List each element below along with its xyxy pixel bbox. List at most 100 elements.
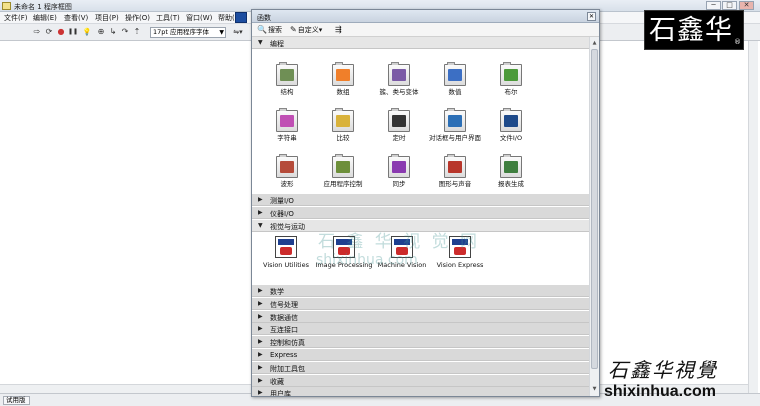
palette-item-dialog-ui[interactable]: 对话框与用户界面	[424, 108, 486, 142]
category-collapsed[interactable]: ▶ Express	[252, 349, 589, 361]
category-collapsed[interactable]: ▶ 附加工具包	[252, 361, 589, 374]
vertical-scrollbar[interactable]	[748, 41, 758, 393]
array-icon	[332, 62, 354, 86]
search-icon: 🔍	[257, 25, 267, 34]
palette-item-graphics-sound[interactable]: 图形与声音	[424, 154, 486, 188]
category-collapsed[interactable]: ▶ 信号处理	[252, 297, 589, 310]
highlight-execution-icon[interactable]: 💡	[82, 27, 92, 37]
category-collapsed[interactable]: ▶ 控制和仿真	[252, 336, 589, 349]
menu-operate[interactable]: 操作(O)	[125, 13, 150, 23]
palette-item-waveform[interactable]: 波形	[256, 154, 318, 188]
collapse-triangle-icon: ▶	[258, 363, 263, 371]
collapse-triangle-icon: ▶	[258, 196, 263, 203]
category-label: 收藏	[270, 377, 284, 386]
palette-item-application-control[interactable]: 应用程序控制	[312, 154, 374, 188]
palette-item-label: 定时	[392, 134, 406, 142]
palette-item-report-generation[interactable]: 报表生成	[480, 154, 542, 188]
category-label: 仪器I/O	[270, 209, 294, 218]
palette-item-structures[interactable]: 结构	[256, 62, 318, 96]
scroll-up-icon[interactable]: ▲	[591, 39, 598, 47]
category-collapsed[interactable]: ▶ 收藏	[252, 374, 589, 387]
comparison-icon	[332, 108, 354, 132]
menu-view[interactable]: 查看(V)	[64, 13, 88, 23]
labview-block-diagram-icon	[2, 2, 11, 10]
abort-icon[interactable]: ●	[56, 27, 66, 37]
collapse-triangle-icon: ▶	[258, 312, 263, 320]
palette-scrollbar[interactable]: ▲ ▼	[589, 37, 599, 396]
palette-search-button[interactable]: 🔍搜索	[257, 25, 282, 35]
collapse-triangle-icon: ▶	[258, 389, 263, 396]
expand-triangle-icon: ▼	[258, 222, 263, 229]
palette-body: ▼ 编程 结构 数组 簇、类与变体 数值 布尔字符串 比较 定时 对话框与用户界面 文件I/O 波…	[252, 37, 589, 396]
file-io-icon	[500, 108, 522, 132]
menu-project[interactable]: 项目(P)	[95, 13, 119, 23]
category-label: 编程	[270, 40, 284, 48]
category-collapsed[interactable]: ▶ 测量I/O	[252, 194, 589, 206]
palette-item-string[interactable]: 字符串	[256, 108, 318, 142]
pause-icon[interactable]: ❚❚	[68, 27, 78, 37]
report-generation-icon	[500, 154, 522, 178]
font-select[interactable]: 17pt 应用程序字体 ▼	[150, 27, 226, 38]
category-collapsed[interactable]: ▶ 数学	[252, 285, 589, 297]
category-collapsed[interactable]: ▶ 互连接口	[252, 323, 589, 336]
palette-item-label: 结构	[280, 88, 294, 96]
boolean-icon	[500, 62, 522, 86]
retain-wire-values-icon[interactable]: ⊕	[96, 27, 106, 37]
run-continuously-icon[interactable]: ⟳	[44, 27, 54, 37]
expand-triangle-icon: ▼	[258, 39, 263, 46]
view-icon: ⇶	[335, 25, 342, 34]
close-window-button[interactable]: ✕	[739, 1, 754, 10]
watermark-center-url: shixinhua.com	[316, 252, 418, 268]
dialog-ui-icon	[444, 108, 466, 132]
category-label: 数据通信	[270, 313, 298, 322]
align-objects-button[interactable]: ⇋▾	[231, 27, 245, 37]
maximize-button[interactable]: □	[722, 1, 737, 10]
run-arrow-icon[interactable]: ⇨	[32, 27, 42, 37]
palette-scroll-thumb[interactable]	[591, 49, 598, 369]
watermark-signature: 石鑫华視覺	[608, 358, 718, 382]
palette-item-numeric[interactable]: 数值	[424, 62, 486, 96]
menu-window[interactable]: 窗口(W)	[186, 13, 212, 23]
palette-item-label: 比较	[336, 134, 350, 142]
palette-titlebar[interactable]: 函数 ✕	[252, 10, 599, 23]
menu-file[interactable]: 文件(F)	[4, 13, 28, 23]
step-into-icon[interactable]: ↳	[108, 27, 118, 37]
vi-icon[interactable]	[235, 12, 247, 23]
collapse-triangle-icon: ▶	[258, 376, 263, 384]
window-title: 未命名 1 程序框图	[14, 3, 72, 11]
menu-tools[interactable]: 工具(T)	[156, 13, 180, 23]
palette-item-label: 文件I/O	[499, 134, 523, 142]
palette-item-timing[interactable]: 定时	[368, 108, 430, 142]
minimize-button[interactable]: ─	[706, 1, 721, 10]
palette-customize-button[interactable]: ✎自定义▾	[290, 25, 322, 35]
registered-mark: ®	[734, 38, 741, 46]
category-collapsed[interactable]: ▶ 仪器I/O	[252, 206, 589, 219]
customize-icon: ✎	[290, 25, 297, 34]
palette-item-synchronization[interactable]: 同步	[368, 154, 430, 188]
palette-item-comparison[interactable]: 比较	[312, 108, 374, 142]
step-out-icon[interactable]: ⇡	[132, 27, 142, 37]
palette-item-vision-utilities[interactable]: Vision Utilities	[256, 236, 316, 269]
category-collapsed[interactable]: ▶ 数据通信	[252, 310, 589, 323]
palette-item-file-io[interactable]: 文件I/O	[480, 108, 542, 142]
vision-utilities-icon	[275, 236, 297, 258]
synchronization-icon	[388, 154, 410, 178]
palette-item-array[interactable]: 数组	[312, 62, 374, 96]
collapse-triangle-icon: ▶	[258, 325, 263, 333]
palette-item-label: 簇、类与变体	[379, 88, 419, 96]
step-over-icon[interactable]: ↷	[120, 27, 130, 37]
palette-item-label: 报表生成	[498, 180, 524, 188]
palette-item-boolean[interactable]: 布尔	[480, 62, 542, 96]
palette-close-button[interactable]: ✕	[587, 12, 596, 21]
category-label: 附加工具包	[270, 364, 305, 373]
palette-item-cluster-class-variant[interactable]: 簇、类与变体	[368, 62, 430, 96]
category-programming[interactable]: ▼ 编程	[252, 37, 589, 49]
category-label: 用户库	[270, 390, 291, 396]
menu-edit[interactable]: 编辑(E)	[33, 13, 57, 23]
category-collapsed[interactable]: ▶ 用户库	[252, 387, 589, 396]
palette-view-button[interactable]: ⇶	[335, 25, 343, 34]
category-label: 互连接口	[270, 326, 298, 335]
palette-item-label: Vision Express	[436, 261, 484, 269]
scroll-down-icon[interactable]: ▼	[591, 385, 598, 393]
application-control-icon	[332, 154, 354, 178]
